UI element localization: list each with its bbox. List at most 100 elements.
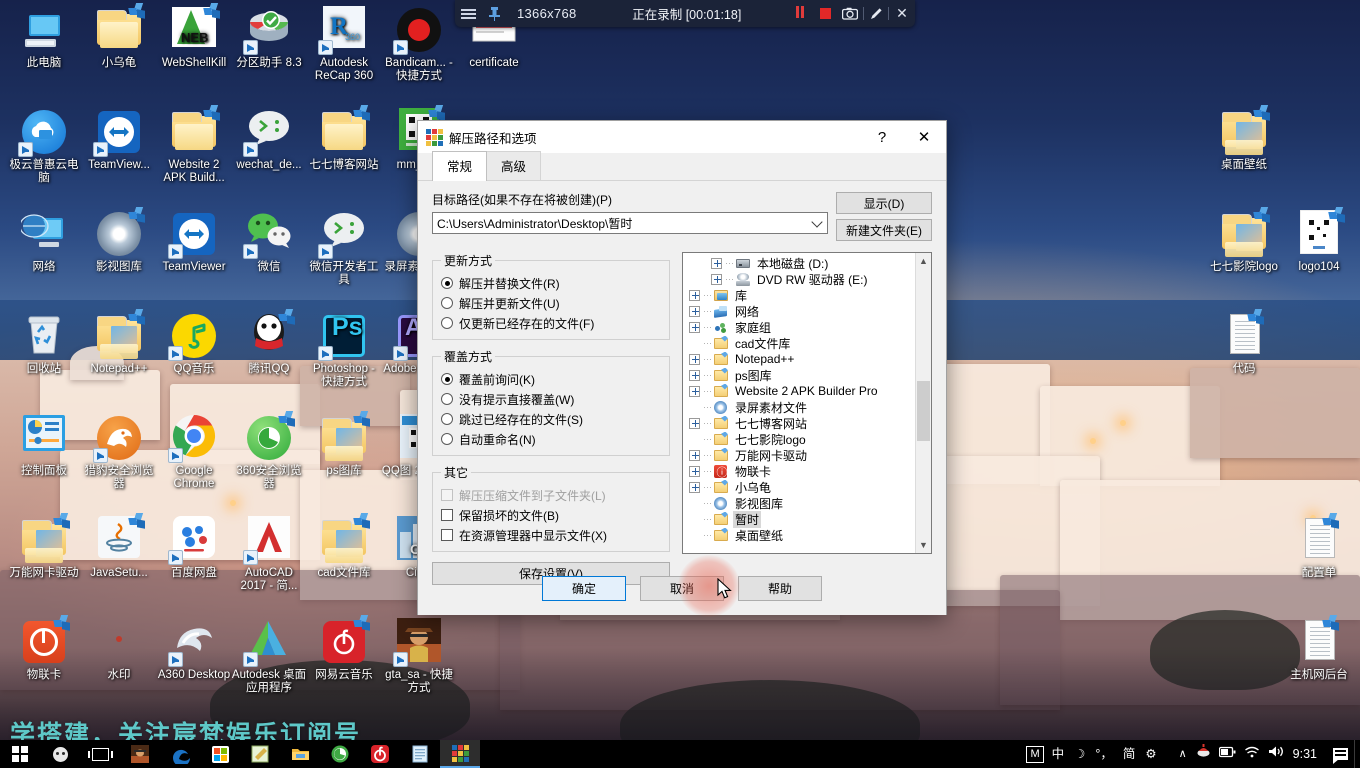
expand-icon[interactable] (689, 465, 700, 477)
desktop-icon[interactable]: logo104 (1281, 207, 1357, 274)
action-center-button[interactable] (1326, 740, 1354, 768)
desktop-icon[interactable]: gta_sa - 快捷方式 (381, 618, 457, 695)
new-folder-button[interactable]: 新建文件夹(E) (836, 219, 932, 241)
tree-item[interactable]: ··· 暂时 (685, 510, 915, 528)
desktop-icon[interactable]: Ps Photoshop - 快捷方式 (306, 312, 382, 389)
expand-icon[interactable] (689, 369, 700, 381)
tree-item[interactable]: ··· 七七影院logo (685, 431, 915, 447)
desktop-icon[interactable]: R 360 Autodesk ReCap 360 (306, 6, 382, 83)
tree-scrollbar[interactable]: ▲ ▼ (915, 253, 931, 553)
expand-icon[interactable] (689, 353, 700, 365)
tray-chevron-up-icon[interactable]: ∧ (1174, 740, 1192, 768)
tree-item[interactable]: ··· 库 (685, 287, 915, 303)
camera-icon[interactable] (837, 0, 863, 27)
desktop-icon[interactable]: cad文件库 (306, 513, 382, 580)
pause-icon[interactable] (787, 0, 813, 27)
desktop-icon[interactable]: 微信 (231, 210, 307, 274)
desktop-icon[interactable]: 水印 (81, 618, 157, 682)
expand-icon[interactable] (711, 273, 722, 285)
desktop-icon[interactable]: 极云普惠云电脑 (6, 108, 82, 185)
notepad-taskbar-icon[interactable] (400, 740, 440, 768)
desktop-icon[interactable]: TeamViewer (156, 210, 232, 274)
close-icon[interactable]: ✕ (889, 0, 915, 27)
tree-item[interactable]: ··· 录屏素材文件 (685, 399, 915, 415)
windows-taskbar[interactable]: M 中 ☽ °，简 ⚙ ∧ 9:31 (0, 740, 1360, 768)
tree-item[interactable]: ··· Notepad++ (685, 351, 915, 367)
desktop-icon[interactable]: QQ音乐 (156, 312, 232, 376)
update-mode-option-1[interactable]: 解压并更新文件(U) (441, 293, 663, 313)
overwrite-mode-option-1[interactable]: 没有提示直接覆盖(W) (441, 389, 663, 409)
desktop-icon[interactable]: 网络 (6, 210, 82, 274)
desktop-icon[interactable]: 配置单 (1281, 513, 1357, 580)
tree-item[interactable]: ··· ps图库 (685, 367, 915, 383)
destination-path-combobox[interactable] (432, 212, 828, 234)
tray-item-1[interactable]: 中 (1047, 740, 1070, 768)
desktop-icon[interactable]: AutoCAD 2017 - 简... (231, 516, 307, 593)
tree-item[interactable]: ··· 物联卡 (685, 463, 915, 480)
folder-tree[interactable]: ··· 本地磁盘 (D:) ··· DVD RW 驱动器 (E:) ··· 库 ··· 网络 ·… (682, 252, 932, 554)
radio-icon[interactable] (441, 433, 453, 445)
other-options-option-2[interactable]: 在资源管理器中显示文件(X) (441, 525, 663, 545)
radio-icon[interactable] (441, 393, 453, 405)
checkbox-icon[interactable] (441, 509, 453, 521)
ok-button[interactable]: 确定 (542, 575, 626, 601)
radio-icon[interactable] (441, 317, 453, 329)
bandicam-recording-toolbar[interactable]: 1366x768 正在录制 [00:01:18] ✕ (455, 0, 915, 27)
desktop-icon[interactable]: 此电脑 (6, 6, 82, 70)
desktop-icon[interactable]: 微信开发者工具 (306, 210, 382, 287)
expand-icon[interactable] (711, 257, 722, 269)
pen-icon[interactable] (864, 0, 888, 27)
expand-icon[interactable] (689, 305, 700, 317)
folder-tree-list[interactable]: ··· 本地磁盘 (D:) ··· DVD RW 驱动器 (E:) ··· 库 ··· 网络 ·… (683, 253, 915, 553)
expand-icon[interactable] (689, 481, 700, 493)
show-button[interactable]: 显示(D) (836, 192, 932, 214)
tree-item[interactable]: ··· 影视图库 (685, 495, 915, 511)
expand-icon[interactable] (689, 289, 700, 301)
help-icon[interactable]: ? (862, 129, 902, 146)
desktop-icon[interactable]: 网易云音乐 (306, 615, 382, 682)
stop-icon[interactable] (813, 0, 837, 27)
desktop-icon[interactable]: 主机网后台 (1281, 615, 1357, 682)
tree-item[interactable]: ··· 万能网卡驱动 (685, 447, 915, 463)
explorer-taskbar-icon[interactable] (280, 740, 320, 768)
netease-taskbar-icon[interactable] (360, 740, 400, 768)
tree-item[interactable]: ··· Website 2 APK Builder Pro (685, 383, 915, 399)
hamburger-icon[interactable] (455, 0, 481, 27)
expand-icon[interactable] (689, 385, 700, 397)
desktop-icon[interactable]: 小乌龟 (81, 3, 157, 70)
tab-general[interactable]: 常规 (432, 151, 488, 181)
battery-icon[interactable] (1215, 740, 1240, 768)
desktop-icon[interactable]: ps图库 (306, 411, 382, 478)
tray-item-4[interactable]: 简 (1118, 740, 1141, 768)
desktop-icon[interactable]: 物联卡 (6, 615, 82, 682)
tab-advanced[interactable]: 高级 (486, 151, 542, 180)
overwrite-mode-option-3[interactable]: 自动重命名(N) (441, 429, 663, 449)
desktop-icon[interactable]: 代码 (1206, 309, 1282, 376)
desktop-icon[interactable]: 腾讯QQ (231, 309, 307, 376)
desktop-icon[interactable]: 360安全浏览器 (231, 411, 307, 491)
wifi-icon[interactable] (1240, 740, 1264, 768)
pin-icon[interactable] (481, 0, 507, 27)
desktop-icon[interactable]: 控制面板 (6, 414, 82, 478)
scroll-down-button[interactable]: ▼ (916, 537, 931, 553)
desktop-icon[interactable]: NEB WebShellKill (156, 3, 232, 70)
radio-icon[interactable] (441, 297, 453, 309)
desktop-icon[interactable]: 猎豹安全浏览器 (81, 414, 157, 491)
help-button[interactable]: 帮助 (738, 575, 822, 601)
expand-icon[interactable] (689, 321, 700, 333)
tray-item-5[interactable]: ⚙ (1140, 740, 1161, 768)
close-icon[interactable]: ✕ (902, 121, 946, 153)
update-mode-option-0[interactable]: 解压并替换文件(R) (441, 273, 663, 293)
checkbox-icon[interactable] (441, 529, 453, 541)
desktop-icon[interactable]: 回收站 (6, 312, 82, 376)
tray-item-3[interactable]: °， (1090, 740, 1118, 768)
show-desktop-button[interactable] (1354, 740, 1360, 768)
store-taskbar-icon[interactable] (200, 740, 240, 768)
expand-icon[interactable] (689, 417, 700, 429)
overwrite-mode-option-2[interactable]: 跳过已经存在的文件(S) (441, 409, 663, 429)
tree-item[interactable]: ··· 家庭组 (685, 319, 915, 335)
expand-icon[interactable] (689, 449, 700, 461)
scroll-up-button[interactable]: ▲ (916, 253, 931, 269)
browser360-taskbar-icon[interactable] (320, 740, 360, 768)
radio-icon[interactable] (441, 373, 453, 385)
